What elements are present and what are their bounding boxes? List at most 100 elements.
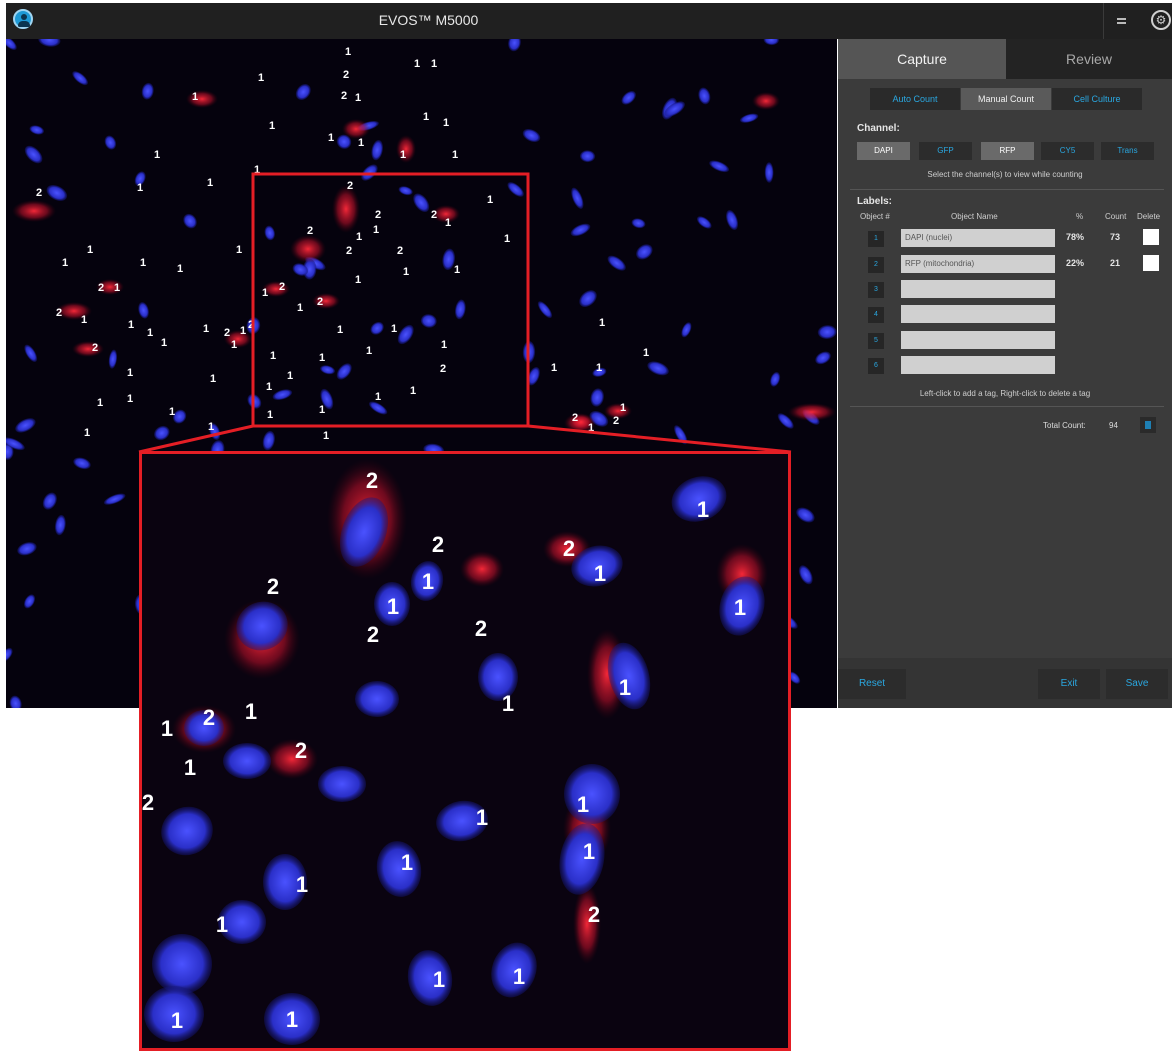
nucleus-tag[interactable]: 1 [403, 266, 409, 278]
delete-checkbox[interactable] [1143, 255, 1159, 271]
nucleus-tag[interactable]: 1 [414, 58, 420, 70]
auto-count-button[interactable]: Auto Count [870, 88, 960, 110]
delete-checkbox[interactable] [1143, 229, 1159, 245]
object-name-field[interactable] [901, 356, 1055, 374]
nucleus-tag[interactable]: 1 [599, 317, 605, 329]
object-number-button[interactable]: 6 [868, 358, 884, 374]
nucleus-tag[interactable]: 1 [207, 177, 213, 189]
nucleus-tag[interactable]: 1 [266, 381, 272, 393]
nucleus-tag[interactable]: 1 [203, 323, 209, 335]
menu-icon[interactable] [1117, 18, 1126, 24]
mitochondria-tag[interactable]: 2 [56, 307, 62, 319]
nucleus-tag[interactable]: 1 [147, 327, 153, 339]
nucleus-tag[interactable]: 1 [441, 339, 447, 351]
nucleus-tag[interactable]: 1 [177, 263, 183, 275]
nucleus-tag[interactable]: 1 [169, 406, 175, 418]
nucleus-tag[interactable]: 1 [345, 46, 351, 58]
nucleus-tag[interactable]: 1 [487, 194, 493, 206]
mitochondria-tag[interactable]: 2 [431, 209, 437, 221]
mitochondria-tag[interactable]: 2 [440, 363, 446, 375]
nucleus-tag[interactable]: 1 [431, 58, 437, 70]
channel-rfp-button[interactable]: RFP [981, 142, 1034, 160]
channel-cy5-button[interactable]: CY5 [1041, 142, 1094, 160]
mitochondria-tag[interactable]: 2 [307, 225, 313, 237]
mitochondria-tag[interactable]: 2 [397, 245, 403, 257]
nucleus-tag[interactable]: 1 [391, 323, 397, 335]
mitochondria-tag[interactable]: 2 [317, 296, 323, 308]
object-name-field[interactable] [901, 331, 1055, 349]
nucleus-tag[interactable]: 1 [97, 397, 103, 409]
mitochondria-tag[interactable]: 2 [613, 415, 619, 427]
reset-button[interactable]: Reset [838, 669, 906, 699]
nucleus-tag[interactable]: 1 [620, 402, 626, 414]
nucleus-tag[interactable]: 1 [254, 164, 260, 176]
mitochondria-tag[interactable]: 2 [375, 209, 381, 221]
nucleus-tag[interactable]: 1 [287, 370, 293, 382]
mitochondria-tag[interactable]: 2 [248, 319, 254, 331]
nucleus-tag[interactable]: 1 [192, 91, 198, 103]
nucleus-tag[interactable]: 1 [452, 149, 458, 161]
object-number-button[interactable]: 2 [868, 257, 884, 273]
nucleus-tag[interactable]: 1 [236, 244, 242, 256]
object-name-field[interactable]: RFP (mitochondria) [901, 255, 1055, 273]
nucleus-tag[interactable]: 1 [319, 352, 325, 364]
nucleus-tag[interactable]: 1 [643, 347, 649, 359]
mitochondria-tag[interactable]: 2 [98, 282, 104, 294]
nucleus-tag[interactable]: 1 [270, 350, 276, 362]
mitochondria-tag[interactable]: 2 [346, 245, 352, 257]
manual-count-button[interactable]: Manual Count [961, 88, 1051, 110]
object-number-button[interactable]: 5 [868, 333, 884, 349]
channel-gfp-button[interactable]: GFP [919, 142, 972, 160]
mitochondria-tag[interactable]: 2 [343, 69, 349, 81]
nucleus-tag[interactable]: 1 [410, 385, 416, 397]
nucleus-tag[interactable]: 1 [297, 302, 303, 314]
channel-dapi-button[interactable]: DAPI [857, 142, 910, 160]
object-number-button[interactable]: 3 [868, 282, 884, 298]
nucleus-tag[interactable]: 1 [127, 367, 133, 379]
save-button[interactable]: Save [1106, 669, 1168, 699]
nucleus-tag[interactable]: 1 [375, 391, 381, 403]
nucleus-tag[interactable]: 1 [81, 314, 87, 326]
object-number-button[interactable]: 1 [868, 231, 884, 247]
mitochondria-tag[interactable]: 2 [279, 281, 285, 293]
mitochondria-tag[interactable]: 2 [347, 180, 353, 192]
object-name-field[interactable]: DAPI (nuclei) [901, 229, 1055, 247]
nucleus-tag[interactable]: 1 [551, 362, 557, 374]
nucleus-tag[interactable]: 1 [400, 149, 406, 161]
nucleus-tag[interactable]: 1 [443, 117, 449, 129]
nucleus-tag[interactable]: 1 [355, 274, 361, 286]
nucleus-tag[interactable]: 1 [269, 120, 275, 132]
nucleus-tag[interactable]: 1 [373, 224, 379, 236]
nucleus-tag[interactable]: 1 [262, 287, 268, 299]
tab-capture[interactable]: Capture [838, 39, 1006, 79]
nucleus-tag[interactable]: 1 [445, 217, 451, 229]
object-name-field[interactable] [901, 280, 1055, 298]
mitochondria-tag[interactable]: 2 [92, 342, 98, 354]
nucleus-tag[interactable]: 1 [208, 421, 214, 433]
mitochondria-tag[interactable]: 2 [341, 90, 347, 102]
nucleus-tag[interactable]: 1 [319, 404, 325, 416]
nucleus-tag[interactable]: 1 [504, 233, 510, 245]
nucleus-tag[interactable]: 1 [137, 182, 143, 194]
nucleus-tag[interactable]: 1 [323, 430, 329, 442]
nucleus-tag[interactable]: 1 [337, 324, 343, 336]
nucleus-tag[interactable]: 1 [210, 373, 216, 385]
nucleus-tag[interactable]: 1 [140, 257, 146, 269]
cell-culture-button[interactable]: Cell Culture [1052, 88, 1142, 110]
nucleus-tag[interactable]: 1 [356, 231, 362, 243]
nucleus-tag[interactable]: 1 [328, 132, 334, 144]
nucleus-tag[interactable]: 1 [114, 282, 120, 294]
nucleus-tag[interactable]: 1 [84, 427, 90, 439]
nucleus-tag[interactable]: 1 [127, 393, 133, 405]
nucleus-tag[interactable]: 1 [267, 409, 273, 421]
nucleus-tag[interactable]: 1 [87, 244, 93, 256]
mitochondria-tag[interactable]: 2 [36, 187, 42, 199]
nucleus-tag[interactable]: 1 [154, 149, 160, 161]
tab-review[interactable]: Review [1006, 39, 1172, 79]
trash-icon[interactable] [1140, 417, 1156, 433]
object-number-button[interactable]: 4 [868, 307, 884, 323]
nucleus-tag[interactable]: 1 [423, 111, 429, 123]
nucleus-tag[interactable]: 1 [454, 264, 460, 276]
exit-button[interactable]: Exit [1038, 669, 1100, 699]
nucleus-tag[interactable]: 1 [358, 137, 364, 149]
